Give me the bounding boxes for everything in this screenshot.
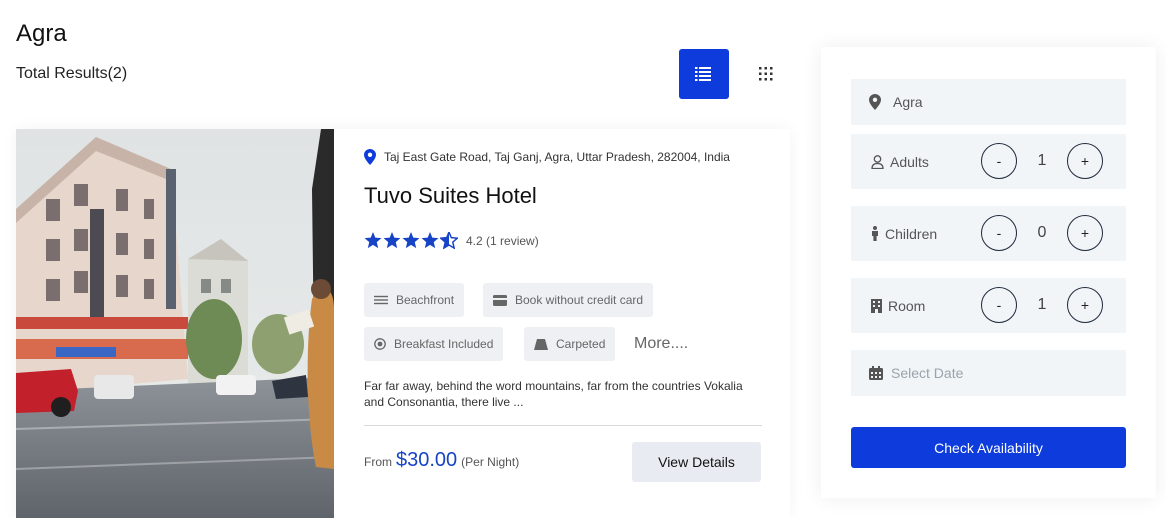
- address-text: Taj East Gate Road, Taj Ganj, Agra, Utta…: [384, 150, 730, 164]
- view-details-button[interactable]: View Details: [632, 442, 761, 482]
- adults-label: Adults: [890, 153, 929, 170]
- price-info: From $30.00 (Per Night): [364, 449, 519, 472]
- room-label: Room: [888, 297, 926, 314]
- rating-stars: [364, 232, 458, 249]
- hotel-card: Taj East Gate Road, Taj Ganj, Agra, Utta…: [16, 129, 790, 518]
- adults-field: Adults - 1 +: [851, 134, 1126, 189]
- waves-icon: [374, 295, 388, 305]
- list-view-button[interactable]: [679, 49, 729, 99]
- total-results: Total Results(2): [16, 65, 128, 82]
- amenity-chip: Book without credit card: [483, 283, 654, 317]
- amenity-label: Beachfront: [396, 293, 455, 307]
- amenity-label: Breakfast Included: [394, 337, 494, 351]
- adults-decrement-button[interactable]: -: [981, 143, 1017, 179]
- price-from-label: From: [364, 455, 392, 469]
- hotel-description: Far far away, behind the word mountains,…: [364, 379, 743, 409]
- grid-icon: [759, 67, 773, 81]
- adults-increment-button[interactable]: +: [1067, 143, 1103, 179]
- room-increment-button[interactable]: +: [1067, 287, 1103, 323]
- hotel-address: Taj East Gate Road, Taj Ganj, Agra, Utta…: [364, 149, 730, 165]
- children-decrement-button[interactable]: -: [981, 215, 1017, 251]
- location-field[interactable]: Agra: [851, 79, 1126, 125]
- amenity-chip: Carpeted: [524, 327, 616, 361]
- date-placeholder: Select Date: [891, 365, 964, 381]
- hotel-rating: 4.2 (1 review): [364, 232, 539, 249]
- divider: [364, 425, 762, 426]
- hotel-photo[interactable]: [16, 129, 334, 518]
- carpet-icon: [534, 338, 548, 350]
- star-icon: [402, 232, 420, 249]
- room-count: 1: [1037, 296, 1047, 313]
- room-decrement-button[interactable]: -: [981, 287, 1017, 323]
- children-label: Children: [885, 225, 938, 242]
- search-panel: Agra Adults - 1 + Children - 0 + Room - …: [821, 47, 1156, 498]
- adults-count: 1: [1037, 152, 1047, 169]
- breakfast-icon: [374, 338, 386, 350]
- room-stepper: - 1 +: [981, 287, 1103, 323]
- list-icon: [695, 67, 711, 81]
- children-field: Children - 0 +: [851, 206, 1126, 261]
- room-field: Room - 1 +: [851, 278, 1126, 333]
- more-amenities-link[interactable]: More....: [634, 335, 688, 353]
- map-pin-icon: [364, 149, 376, 165]
- children-increment-button[interactable]: +: [1067, 215, 1103, 251]
- date-field[interactable]: Select Date: [851, 350, 1126, 396]
- children-stepper: - 0 +: [981, 215, 1103, 251]
- building-icon: [871, 298, 882, 313]
- amenity-chip: Beachfront: [364, 283, 465, 317]
- amenity-label: Book without credit card: [515, 293, 644, 307]
- hotel-name[interactable]: Tuvo Suites Hotel: [364, 183, 537, 209]
- half-star-icon: [440, 232, 458, 249]
- price-value: $30.00: [396, 449, 458, 471]
- star-icon: [421, 232, 439, 249]
- star-icon: [383, 232, 401, 249]
- child-icon: [872, 226, 878, 241]
- star-icon: [364, 232, 382, 249]
- children-count: 0: [1037, 224, 1047, 241]
- amenity-label: Carpeted: [556, 337, 606, 351]
- page-title: Agra: [16, 20, 67, 47]
- hotel-details: Taj East Gate Road, Taj Ganj, Agra, Utta…: [364, 129, 762, 518]
- calendar-icon: [869, 366, 883, 380]
- user-icon: [871, 154, 884, 169]
- location-value: Agra: [893, 94, 923, 110]
- price-per-night: (Per Night): [461, 455, 520, 469]
- rating-text: 4.2 (1 review): [466, 233, 539, 248]
- amenity-chip: Breakfast Included: [364, 327, 504, 361]
- credit-card-icon: [493, 294, 507, 306]
- map-marker-icon: [869, 94, 881, 110]
- check-availability-button[interactable]: Check Availability: [851, 427, 1126, 468]
- adults-stepper: - 1 +: [981, 143, 1103, 179]
- grid-view-button[interactable]: [751, 59, 781, 89]
